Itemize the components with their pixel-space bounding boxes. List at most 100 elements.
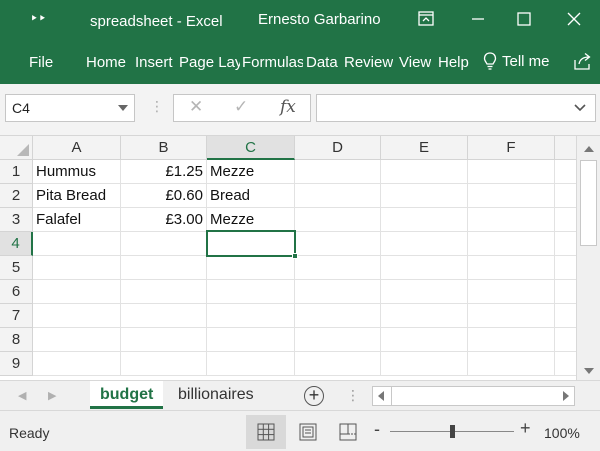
empty-cell[interactable] [295, 304, 381, 328]
quick-access-toolbar-button[interactable]: ‣‣ [30, 10, 47, 27]
empty-cell[interactable] [207, 328, 295, 352]
column-header-c[interactable]: C [207, 136, 295, 160]
cell-b2[interactable]: £0.60 [121, 184, 207, 208]
empty-cell[interactable] [555, 232, 576, 256]
empty-cell[interactable] [295, 208, 381, 232]
empty-cell[interactable] [555, 304, 576, 328]
tab-view[interactable]: View [399, 54, 431, 71]
empty-cell[interactable] [207, 280, 295, 304]
empty-cell[interactable] [33, 328, 121, 352]
cancel-icon[interactable]: ✕ [189, 97, 203, 117]
empty-cell[interactable] [468, 280, 555, 304]
scroll-down-icon[interactable] [584, 368, 594, 374]
empty-cell[interactable] [33, 352, 121, 376]
zoom-thumb[interactable] [450, 425, 455, 438]
insert-function-button[interactable]: fx [280, 97, 296, 117]
fill-handle[interactable] [292, 253, 298, 259]
empty-cell[interactable] [121, 304, 207, 328]
tab-review[interactable]: Review [344, 54, 393, 71]
row-header-7[interactable]: 7 [0, 304, 33, 328]
empty-cell[interactable] [555, 160, 576, 184]
tab-insert[interactable]: Insert [135, 54, 173, 71]
tab-file[interactable]: File [29, 54, 53, 71]
empty-cell[interactable] [381, 304, 468, 328]
vertical-scrollbar[interactable] [576, 136, 600, 380]
empty-cell[interactable] [295, 256, 381, 280]
empty-cell[interactable] [207, 256, 295, 280]
empty-cell[interactable] [381, 256, 468, 280]
empty-cell[interactable] [207, 352, 295, 376]
formula-bar-resize-handle[interactable]: ⋮ [150, 98, 164, 115]
share-icon[interactable] [572, 52, 594, 76]
empty-cell[interactable] [468, 256, 555, 280]
empty-cell[interactable] [555, 208, 576, 232]
empty-cell[interactable] [121, 256, 207, 280]
active-cell-c4[interactable] [206, 230, 298, 259]
scroll-left-icon[interactable] [378, 391, 384, 401]
empty-cell[interactable] [381, 328, 468, 352]
empty-cell[interactable] [295, 184, 381, 208]
empty-cell[interactable] [295, 160, 381, 184]
select-all-button[interactable] [0, 136, 33, 160]
scroll-right-icon[interactable] [563, 391, 569, 401]
empty-cell[interactable] [295, 232, 381, 256]
cell-a1[interactable]: Hummus [33, 160, 121, 184]
cell-c1[interactable]: Mezze [207, 160, 295, 184]
column-header-a[interactable]: A [33, 136, 121, 160]
empty-cell[interactable] [381, 280, 468, 304]
cell-c2[interactable]: Bread [207, 184, 295, 208]
empty-cell[interactable] [295, 280, 381, 304]
empty-cell[interactable] [295, 328, 381, 352]
column-header-b[interactable]: B [121, 136, 207, 160]
zoom-in-button[interactable]: + [520, 418, 531, 439]
normal-view-button[interactable] [246, 415, 286, 449]
page-layout-view-button[interactable] [288, 415, 328, 449]
column-header-f[interactable]: F [468, 136, 555, 160]
cell-b3[interactable]: £3.00 [121, 208, 207, 232]
tell-me-search[interactable]: Tell me [482, 51, 550, 71]
chevron-down-icon[interactable] [118, 105, 128, 111]
empty-cell[interactable] [468, 160, 555, 184]
expand-formula-bar-icon[interactable] [573, 102, 587, 114]
row-header-9[interactable]: 9 [0, 352, 33, 376]
row-header-6[interactable]: 6 [0, 280, 33, 304]
row-header-3[interactable]: 3 [0, 208, 33, 232]
name-box[interactable]: C4 [5, 94, 135, 122]
empty-cell[interactable] [381, 232, 468, 256]
empty-cell[interactable] [33, 304, 121, 328]
zoom-out-button[interactable]: - [374, 419, 380, 440]
empty-cell[interactable] [468, 184, 555, 208]
maximize-icon[interactable] [512, 8, 536, 30]
sheet-tab-budget[interactable]: budget [90, 381, 164, 409]
empty-cell[interactable] [555, 280, 576, 304]
previous-sheet-icon[interactable]: ◀ [18, 389, 26, 402]
zoom-slider[interactable]: - + [374, 418, 534, 442]
tab-data[interactable]: Data [306, 54, 338, 71]
empty-cell[interactable] [33, 256, 121, 280]
horizontal-scrollbar[interactable] [372, 386, 575, 406]
scroll-up-icon[interactable] [584, 146, 594, 152]
cell-a3[interactable]: Falafel [33, 208, 121, 232]
tab-page-layout[interactable]: Page Layout [179, 54, 240, 71]
row-header-1[interactable]: 1 [0, 160, 33, 184]
row-header-5[interactable]: 5 [0, 256, 33, 280]
row-header-4[interactable]: 4 [0, 232, 33, 256]
empty-cell[interactable] [33, 280, 121, 304]
empty-cell[interactable] [468, 352, 555, 376]
minimize-icon[interactable] [466, 8, 490, 30]
enter-icon[interactable]: ✓ [234, 97, 248, 117]
empty-cell[interactable] [121, 352, 207, 376]
empty-cell[interactable] [381, 208, 468, 232]
empty-cell[interactable] [121, 232, 207, 256]
empty-cell[interactable] [295, 352, 381, 376]
empty-cell[interactable] [555, 352, 576, 376]
cell-c3[interactable]: Mezze [207, 208, 295, 232]
empty-cell[interactable] [468, 304, 555, 328]
empty-cell[interactable] [468, 328, 555, 352]
tab-formulas[interactable]: Formulas [242, 54, 303, 71]
empty-cell[interactable] [555, 256, 576, 280]
empty-cell[interactable] [468, 232, 555, 256]
row-header-8[interactable]: 8 [0, 328, 33, 352]
vertical-scroll-thumb[interactable] [580, 160, 597, 246]
sheet-tab-billionaires[interactable]: billionaires [168, 381, 264, 409]
